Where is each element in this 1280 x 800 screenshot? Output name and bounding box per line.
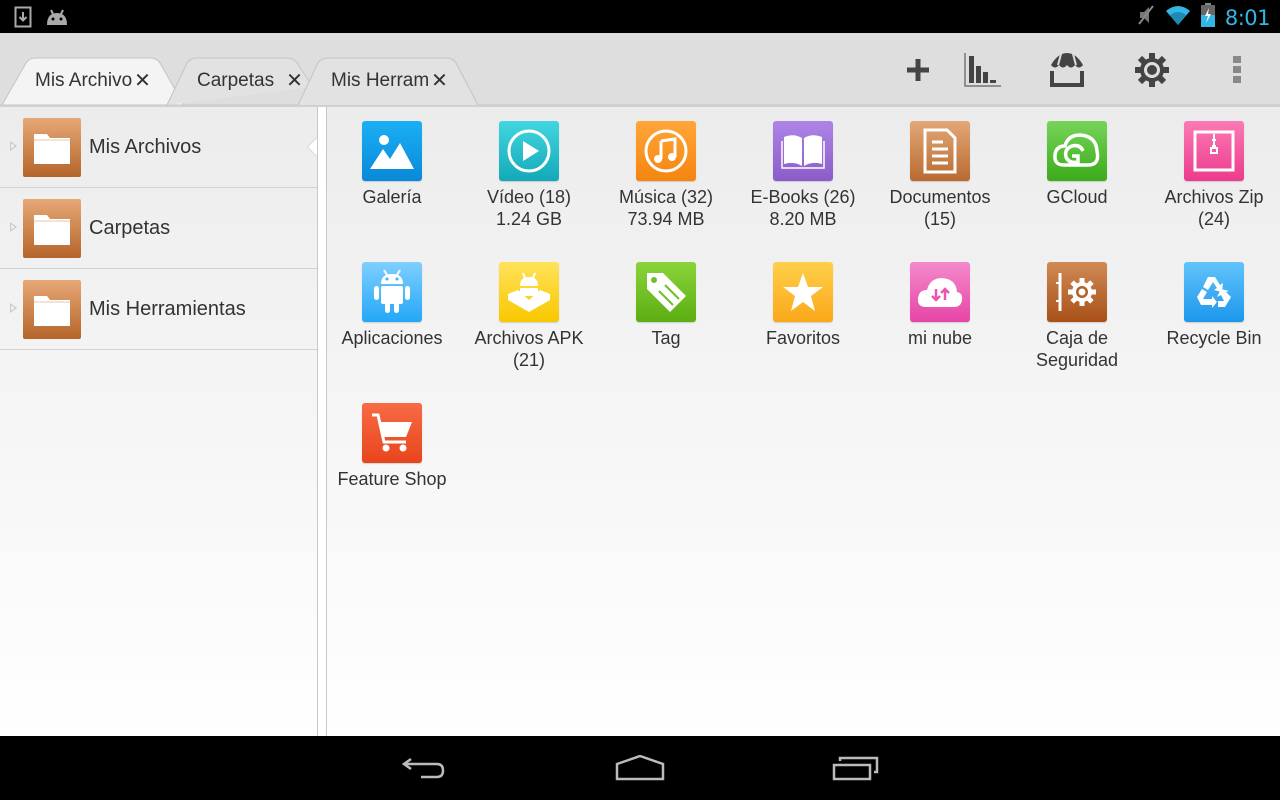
folder-icon: [23, 280, 81, 339]
tile-aplicaciones[interactable]: Aplicaciones: [327, 262, 457, 349]
tab-label: Mis Herram: [331, 70, 430, 91]
tile-label: Recycle Bin: [1166, 328, 1262, 348]
status-bar: 8:01: [0, 0, 1280, 33]
add-button[interactable]: [898, 50, 938, 90]
recents-icon: [832, 756, 879, 781]
navigation-bar: [0, 736, 1280, 800]
expand-arrow-icon[interactable]: [10, 141, 17, 151]
settings-button[interactable]: [1132, 50, 1172, 90]
home-button[interactable]: [610, 750, 670, 786]
tile-label: E-Books (26) 8.20 MB: [750, 187, 856, 229]
analyze-button[interactable]: [963, 50, 1003, 90]
safe-box-icon: [1047, 262, 1107, 322]
tile-favoritos[interactable]: Favoritos: [738, 262, 868, 349]
zip-icon: [1184, 121, 1244, 181]
tile-label: mi nube: [907, 328, 973, 348]
recycle-icon: [1184, 262, 1244, 322]
tab-close-icon[interactable]: ✕: [134, 71, 151, 91]
tile-label: Aplicaciones: [341, 328, 443, 348]
sidebar-item-mis-herramientas[interactable]: Mis Herramientas: [0, 269, 317, 350]
plus-icon: [907, 59, 929, 81]
back-icon: [401, 757, 445, 779]
cart-icon: [362, 403, 422, 463]
tile-archivos-apk[interactable]: Archivos APK (21): [464, 262, 594, 371]
tab-label: Mis Archivo: [35, 70, 133, 91]
tile-label: Galería: [362, 187, 422, 207]
bar-chart-icon: [964, 53, 1001, 87]
overflow-menu-button[interactable]: [1217, 50, 1257, 90]
battery-charging-icon: [1200, 3, 1215, 32]
tile-documentos[interactable]: Documentos (15): [875, 121, 1005, 230]
tab-close-icon[interactable]: ✕: [431, 71, 448, 91]
tile-label: GCloud: [1046, 187, 1108, 207]
sidebar-item-label: Mis Herramientas: [89, 297, 246, 320]
expand-arrow-icon[interactable]: [10, 303, 17, 313]
tile-label: Tag: [651, 328, 681, 348]
tile-tag[interactable]: Tag: [601, 262, 731, 349]
store-button[interactable]: [1047, 50, 1087, 90]
folder-icon: [23, 118, 81, 177]
recents-button[interactable]: [826, 750, 886, 786]
sidebar: Mis Archivos Carpetas Mis Herramientas: [0, 107, 317, 736]
tile-label: Feature Shop: [337, 469, 447, 489]
book-icon: [773, 121, 833, 181]
tile-label: Favoritos: [765, 328, 841, 348]
clock: 8:01: [1224, 5, 1271, 30]
tab-mis-herramientas[interactable]: Mis Herram ✕: [296, 57, 482, 105]
gallery-icon: [362, 121, 422, 181]
gear-icon: [1135, 53, 1169, 87]
more-vertical-icon: [1233, 56, 1241, 83]
android-icon: [44, 8, 70, 31]
tile-musica[interactable]: Música (32) 73.94 MB: [601, 121, 731, 230]
main-content: Mis Archivos Carpetas Mis Herramientas G…: [0, 107, 1280, 736]
store-icon: [1050, 53, 1084, 87]
category-grid: Galería Vídeo (18) 1.24 GB Música (32) 7…: [327, 107, 1280, 736]
sidebar-item-carpetas[interactable]: Carpetas: [0, 188, 317, 269]
sidebar-item-label: Mis Archivos: [89, 135, 202, 158]
tile-feature-shop[interactable]: Feature Shop: [327, 403, 457, 490]
tag-icon: [636, 262, 696, 322]
tab-carpetas[interactable]: Carpetas ✕: [165, 57, 315, 105]
muted-icon: [1137, 3, 1155, 32]
expand-arrow-icon[interactable]: [10, 222, 17, 232]
tab-label: Carpetas: [197, 70, 275, 91]
sidebar-item-label: Carpetas: [89, 216, 171, 239]
tab-mis-archivos[interactable]: Mis Archivo ✕: [0, 57, 186, 105]
wifi-icon: [1165, 4, 1191, 31]
sidebar-item-mis-archivos[interactable]: Mis Archivos: [0, 107, 317, 188]
action-bar: Mis Archivo ✕ Carpetas ✕ Mis Herram ✕: [0, 33, 1280, 107]
apk-icon: [499, 262, 559, 322]
star-icon: [773, 262, 833, 322]
tile-label: Documentos (15): [889, 187, 991, 229]
tile-gcloud[interactable]: GCloud: [1012, 121, 1142, 208]
tile-video[interactable]: Vídeo (18) 1.24 GB: [464, 121, 594, 230]
selection-indicator: [307, 137, 317, 157]
document-icon: [910, 121, 970, 181]
tile-label: Música (32) 73.94 MB: [618, 187, 714, 229]
folder-icon: [23, 199, 81, 258]
tile-label: Caja de Seguridad: [1035, 328, 1119, 370]
android-app-icon: [362, 262, 422, 322]
tile-mi-nube[interactable]: mi nube: [875, 262, 1005, 349]
tile-archivos-zip[interactable]: Archivos Zip (24): [1149, 121, 1279, 230]
gcloud-icon: [1047, 121, 1107, 181]
pane-divider[interactable]: [317, 107, 327, 736]
video-icon: [499, 121, 559, 181]
back-button[interactable]: [394, 750, 454, 786]
tile-label: Archivos Zip (24): [1164, 187, 1264, 229]
tile-caja-de-seguridad[interactable]: Caja de Seguridad: [1012, 262, 1142, 371]
download-icon: [14, 6, 32, 33]
home-icon: [615, 755, 665, 781]
tile-galeria[interactable]: Galería: [327, 121, 457, 208]
tile-label: Vídeo (18) 1.24 GB: [486, 187, 572, 229]
cloud-transfer-icon: [910, 262, 970, 322]
tile-ebooks[interactable]: E-Books (26) 8.20 MB: [738, 121, 868, 230]
tile-recycle-bin[interactable]: Recycle Bin: [1149, 262, 1279, 349]
tile-label: Archivos APK (21): [474, 328, 584, 370]
music-icon: [636, 121, 696, 181]
